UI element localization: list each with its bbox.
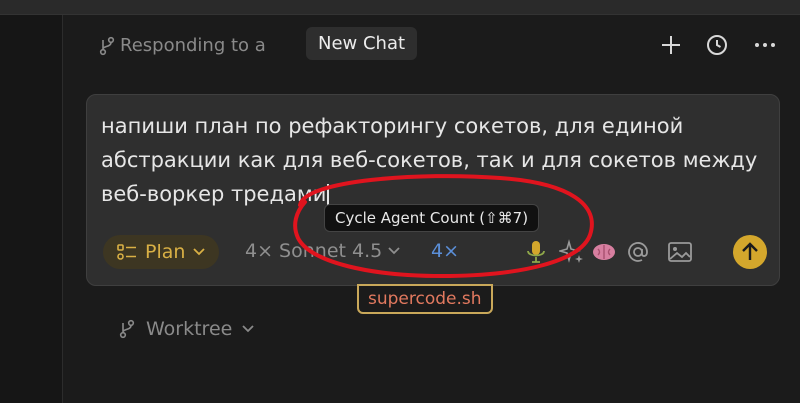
text-caret: [327, 184, 330, 206]
plus-icon[interactable]: [659, 33, 683, 57]
list-icon: [117, 244, 136, 260]
responding-label: Responding to a: [120, 35, 266, 56]
mic-icon[interactable]: [523, 239, 549, 265]
worktree-selector[interactable]: Worktree: [118, 318, 254, 340]
chevron-down-icon: [388, 247, 400, 255]
chevron-down-icon: [193, 248, 206, 256]
plan-mode-label: Plan: [145, 241, 186, 263]
send-button[interactable]: [733, 235, 767, 269]
worktree-label: Worktree: [146, 318, 233, 340]
chat-header: Responding to a New Chat: [62, 15, 800, 77]
model-label: 4× Sonnet 4.5: [245, 240, 383, 262]
window-top-bar: [0, 0, 800, 15]
image-icon[interactable]: [667, 239, 693, 265]
chevron-down-icon: [242, 325, 254, 333]
responding-indicator: Responding to a: [98, 35, 266, 56]
brain-icon[interactable]: [591, 239, 617, 265]
message-text: напиши план по рефакторингу сокетов, для…: [101, 114, 758, 206]
arrow-up-icon: [742, 242, 758, 260]
model-selector[interactable]: 4× Sonnet 4.5: [245, 240, 400, 262]
more-icon[interactable]: [753, 33, 777, 57]
agent-count-button[interactable]: 4×: [431, 240, 459, 262]
sparkles-icon[interactable]: [559, 239, 585, 265]
message-composer[interactable]: напиши план по рефакторингу сокетов, для…: [86, 94, 780, 286]
history-icon[interactable]: [705, 33, 729, 57]
branch-icon: [99, 36, 115, 55]
composer-toolbar: Plan 4× Sonnet 4.5 4×: [103, 235, 767, 269]
tab-new-chat[interactable]: New Chat: [306, 27, 418, 60]
at-icon[interactable]: [625, 239, 651, 265]
branch-icon: [119, 319, 135, 339]
supercode-watermark: supercode.sh: [357, 284, 493, 314]
left-sidebar: [0, 15, 63, 403]
agent-count-tooltip: Cycle Agent Count (⇧⌘7): [324, 204, 540, 232]
plan-mode-button[interactable]: Plan: [103, 235, 220, 269]
message-input[interactable]: напиши план по рефакторингу сокетов, для…: [101, 109, 771, 211]
